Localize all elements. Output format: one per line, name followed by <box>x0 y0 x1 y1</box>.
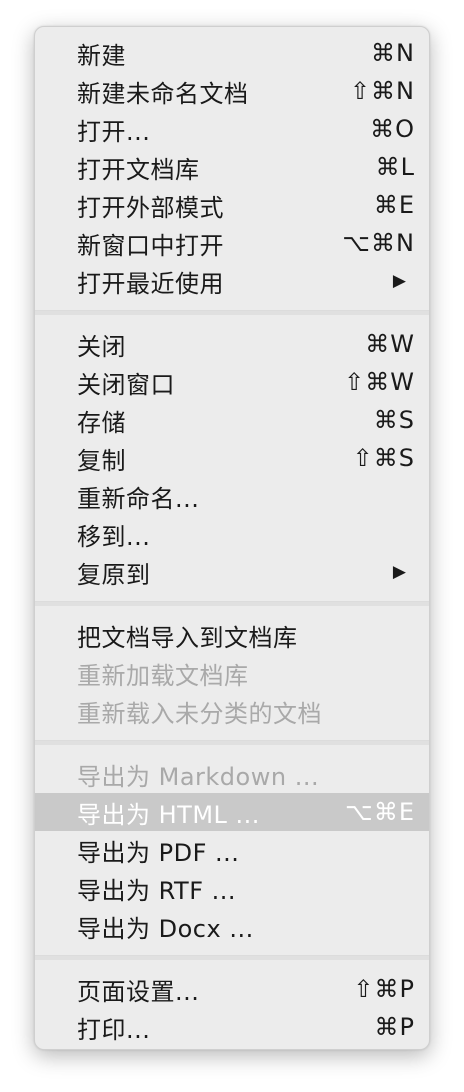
menu-item-label: 打印... <box>77 1015 151 1044</box>
menu-item-label: 存储 <box>77 408 126 437</box>
menu-item-label: 页面设置... <box>77 977 200 1006</box>
menu-item-open[interactable]: 打开... ⌘O <box>35 110 429 148</box>
menu-item-shortcut: ⇧⌘S <box>352 444 415 472</box>
menu-item-save[interactable]: 存储 ⌘S <box>35 401 429 439</box>
menu-item-label: 新建未命名文档 <box>77 79 249 108</box>
menu-item-print[interactable]: 打印... ⌘P <box>35 1008 429 1046</box>
menu-item-shortcut: ⌘S <box>373 406 415 434</box>
menu-item-reload-library: 重新加载文档库 <box>35 654 429 692</box>
menu-item-label: 新窗口中打开 <box>77 231 224 260</box>
menu-item-label: 重新加载文档库 <box>77 661 249 690</box>
menu-item-label: 重新载入未分类的文档 <box>77 699 322 728</box>
menu-item-export-rtf[interactable]: 导出为 RTF ... <box>35 869 429 907</box>
menu-separator <box>35 601 429 606</box>
menu-item-new-untitled[interactable]: 新建未命名文档 ⇧⌘N <box>35 72 429 110</box>
menu-item-new[interactable]: 新建 ⌘N <box>35 34 429 72</box>
menu-item-label: 打开文档库 <box>77 155 200 184</box>
menu-item-label: 关闭窗口 <box>77 370 175 399</box>
menu-item-open-in-new-window[interactable]: 新窗口中打开 ⌥⌘N <box>35 224 429 262</box>
menu-item-open-recent[interactable]: 打开最近使用 ▶ <box>35 262 429 300</box>
menu-item-export-docx[interactable]: 导出为 Docx ... <box>35 907 429 945</box>
file-menu: 新建 ⌘N 新建未命名文档 ⇧⌘N 打开... ⌘O 打开文档库 ⌘L 打开外部… <box>34 26 430 1050</box>
menu-item-import-to-library[interactable]: 把文档导入到文档库 <box>35 616 429 654</box>
menu-separator <box>35 740 429 745</box>
menu-item-shortcut: ⇧⌘W <box>344 368 415 396</box>
menu-item-shortcut: ⇧⌘N <box>349 77 415 105</box>
menu-item-label: 打开外部模式 <box>77 193 224 222</box>
menu-item-label: 导出为 Docx ... <box>77 914 254 943</box>
menu-item-shortcut: ⌘P <box>374 1013 415 1041</box>
menu-item-duplicate[interactable]: 复制 ⇧⌘S <box>35 439 429 477</box>
menu-item-label: 把文档导入到文档库 <box>77 623 298 652</box>
menu-item-export-pdf[interactable]: 导出为 PDF ... <box>35 831 429 869</box>
menu-item-export-markdown: 导出为 Markdown ... <box>35 755 429 793</box>
menu-item-shortcut: ⌘L <box>375 153 415 181</box>
menu-item-label: 复原到 <box>77 560 151 589</box>
menu-item-label: 导出为 PDF ... <box>77 838 240 867</box>
menu-item-shortcut: ⌘E <box>373 191 415 219</box>
submenu-arrow-icon: ▶ <box>392 271 407 291</box>
menu-item-page-setup[interactable]: 页面设置... ⇧⌘P <box>35 970 429 1008</box>
menu-item-shortcut: ⇧⌘P <box>353 975 415 1003</box>
menu-item-label: 导出为 HTML ... <box>77 800 260 829</box>
submenu-arrow-icon: ▶ <box>392 562 407 582</box>
menu-item-shortcut: ⌥⌘N <box>342 229 415 257</box>
menu-item-label: 打开最近使用 <box>77 269 224 298</box>
menu-item-move-to[interactable]: 移到... <box>35 515 429 553</box>
menu-item-export-html[interactable]: 导出为 HTML ... ⌥⌘E <box>35 793 429 831</box>
menu-item-close[interactable]: 关闭 ⌘W <box>35 325 429 363</box>
menu-item-shortcut: ⌘O <box>370 115 415 143</box>
menu-item-close-window[interactable]: 关闭窗口 ⇧⌘W <box>35 363 429 401</box>
menu-item-rename[interactable]: 重新命名... <box>35 477 429 515</box>
menu-separator <box>35 955 429 960</box>
menu-item-label: 打开... <box>77 117 151 146</box>
menu-item-label: 复制 <box>77 446 126 475</box>
menu-item-revert-to[interactable]: 复原到 ▶ <box>35 553 429 591</box>
menu-item-label: 导出为 RTF ... <box>77 876 237 905</box>
menu-item-open-library[interactable]: 打开文档库 ⌘L <box>35 148 429 186</box>
menu-item-label: 关闭 <box>77 332 126 361</box>
menu-item-shortcut: ⌥⌘E <box>345 798 415 826</box>
menu-item-label: 移到... <box>77 522 151 551</box>
menu-item-reload-unsorted: 重新载入未分类的文档 <box>35 692 429 730</box>
menu-item-label: 新建 <box>77 41 126 70</box>
menu-item-open-external[interactable]: 打开外部模式 ⌘E <box>35 186 429 224</box>
menu-item-shortcut: ⌘W <box>365 330 415 358</box>
menu-item-label: 重新命名... <box>77 484 200 513</box>
menu-separator <box>35 310 429 315</box>
menu-item-label: 导出为 Markdown ... <box>77 762 320 791</box>
menu-item-shortcut: ⌘N <box>371 39 415 67</box>
